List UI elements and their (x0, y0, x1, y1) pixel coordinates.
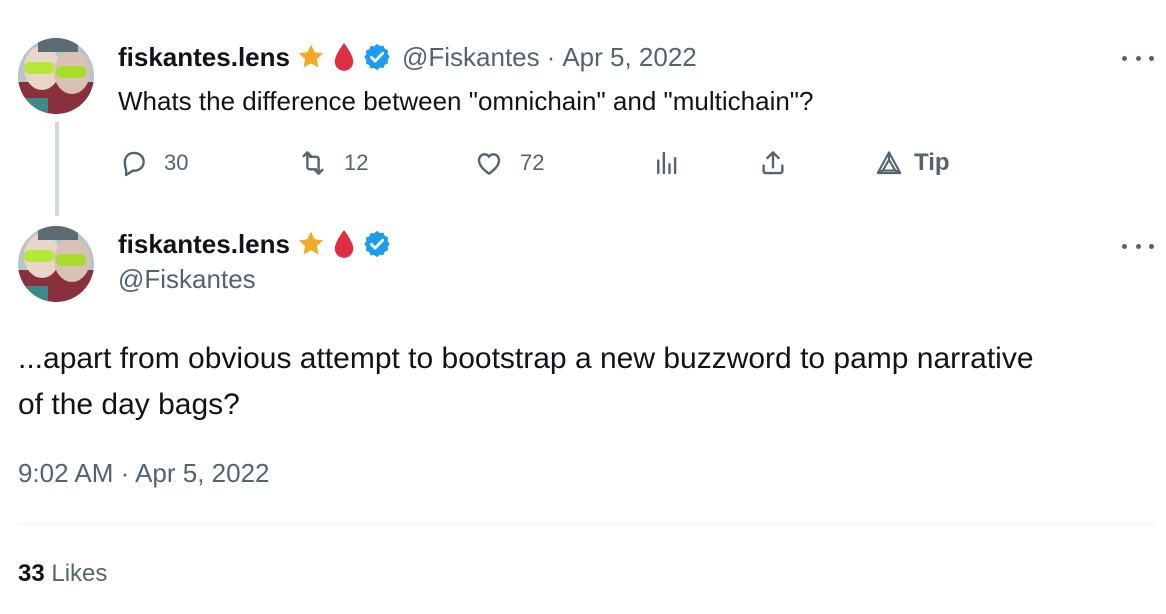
more-options-icon[interactable] (1122, 52, 1154, 64)
blood-drop-emoji (332, 42, 356, 72)
handle[interactable]: @Fiskantes (118, 264, 256, 295)
likes-label: Likes (51, 560, 108, 587)
like-count: 72 (520, 150, 545, 175)
main-tweet-text: ...apart from obvious attempt to bootstr… (18, 336, 1158, 428)
avatar[interactable] (18, 226, 94, 302)
divider (18, 524, 1156, 525)
share-icon (762, 151, 784, 175)
avatar[interactable] (18, 38, 94, 114)
reply-icon (123, 151, 145, 177)
retweet-button[interactable]: 12 (298, 140, 368, 186)
first-tweet-header: fiskantes.lens @Fiskantes · Apr 5, 2022 (118, 39, 697, 75)
star-emoji (296, 42, 326, 72)
tip-icon (876, 151, 902, 175)
main-tweet-text-line: of the day bags? (18, 388, 240, 421)
tip-label: Tip (914, 149, 950, 176)
analytics-icon (657, 151, 677, 175)
thread-connector-line (55, 122, 59, 216)
main-tweet-header: fiskantes.lens (118, 226, 392, 262)
avatar-image (18, 38, 94, 114)
tip-button[interactable]: Tip (874, 140, 950, 186)
likes-count: 33 (18, 560, 45, 587)
first-tweet-text: Whats the difference between "omnichain"… (118, 86, 814, 116)
reply-button[interactable]: 30 (118, 140, 188, 186)
reply-count: 30 (164, 150, 189, 175)
tweet-timestamp-link[interactable]: 9:02 AM · Apr 5, 2022 (18, 458, 270, 489)
verified-badge-icon[interactable] (362, 42, 392, 72)
avatar-image (18, 226, 94, 302)
blood-drop-emoji (332, 229, 356, 259)
retweet-icon (302, 151, 324, 175)
tweet-action-bar: 30 12 72 Tip (118, 140, 978, 186)
star-emoji (296, 229, 326, 259)
tweet-date-link[interactable]: Apr 5, 2022 (562, 42, 696, 73)
separator-dot: · (546, 41, 556, 72)
display-name[interactable]: fiskantes.lens (118, 229, 290, 260)
verified-badge-icon[interactable] (362, 229, 392, 259)
heart-icon (477, 153, 501, 175)
handle[interactable]: @Fiskantes (402, 42, 540, 73)
main-tweet-text-line: ...apart from obvious attempt to bootstr… (18, 342, 1034, 375)
likes-stat-link[interactable]: 33 Likes (18, 560, 107, 588)
like-button[interactable]: 72 (474, 140, 544, 186)
share-button[interactable] (758, 140, 788, 186)
display-name[interactable]: fiskantes.lens (118, 42, 290, 73)
retweet-count: 12 (344, 150, 369, 175)
more-options-icon[interactable] (1122, 240, 1154, 252)
view-analytics-button[interactable] (652, 140, 682, 186)
